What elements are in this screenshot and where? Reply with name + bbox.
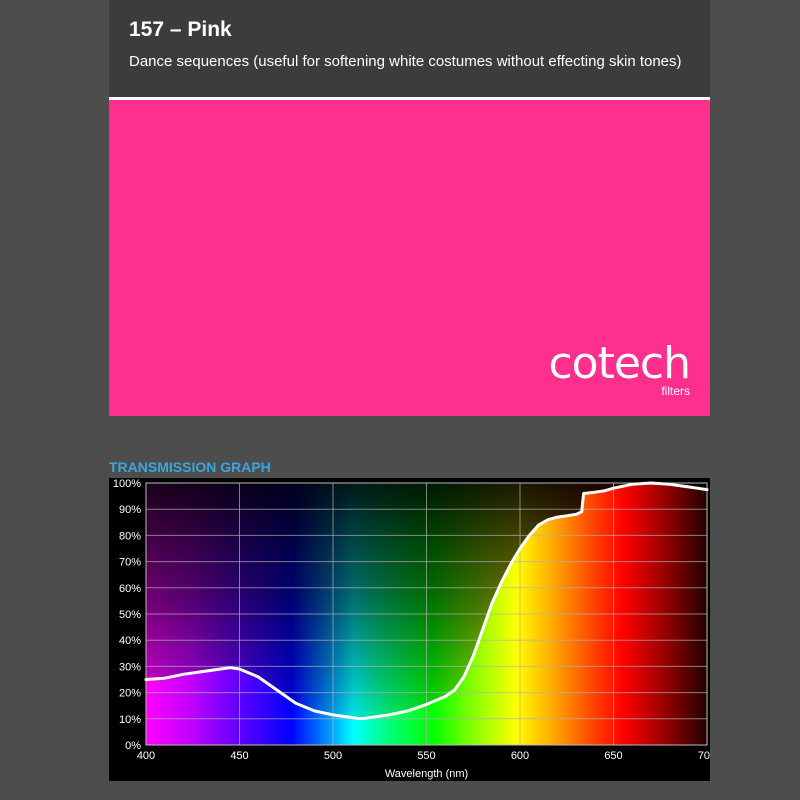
y-tick-label: 100% [113,478,141,490]
transmission-graph: 4004505005506006507000%10%20%30%40%50%60… [109,478,710,781]
x-tick-label: 500 [324,750,342,762]
filter-header: 157 – Pink Dance sequences (useful for s… [109,0,710,97]
filter-subtitle: Dance sequences (useful for softening wh… [129,53,682,70]
y-tick-label: 50% [119,609,141,621]
color-swatch: cotech filters [109,100,710,416]
y-tick-label: 0% [125,740,141,752]
x-tick-label: 600 [511,750,529,762]
y-tick-label: 20% [119,688,141,700]
transmission-chart: 4004505005506006507000%10%20%30%40%50%60… [113,478,710,780]
y-tick-label: 90% [119,504,141,516]
y-tick-label: 70% [119,557,141,569]
cotech-logo: cotech filters [548,338,691,399]
x-tick-label: 450 [230,750,248,762]
y-tick-label: 60% [119,583,141,595]
logo-wordmark: cotech [548,338,691,389]
x-tick-label: 550 [417,750,435,762]
y-tick-label: 80% [119,530,141,542]
x-axis-label: Wavelength (nm) [385,768,468,780]
y-tick-label: 10% [119,714,141,726]
x-tick-label: 650 [604,750,622,762]
y-tick-label: 40% [119,635,141,647]
x-tick-label: 700 [698,750,710,762]
filter-title: 157 – Pink [129,18,232,41]
transmission-graph-heading: TRANSMISSION GRAPH [109,459,271,475]
y-tick-label: 30% [119,661,141,673]
